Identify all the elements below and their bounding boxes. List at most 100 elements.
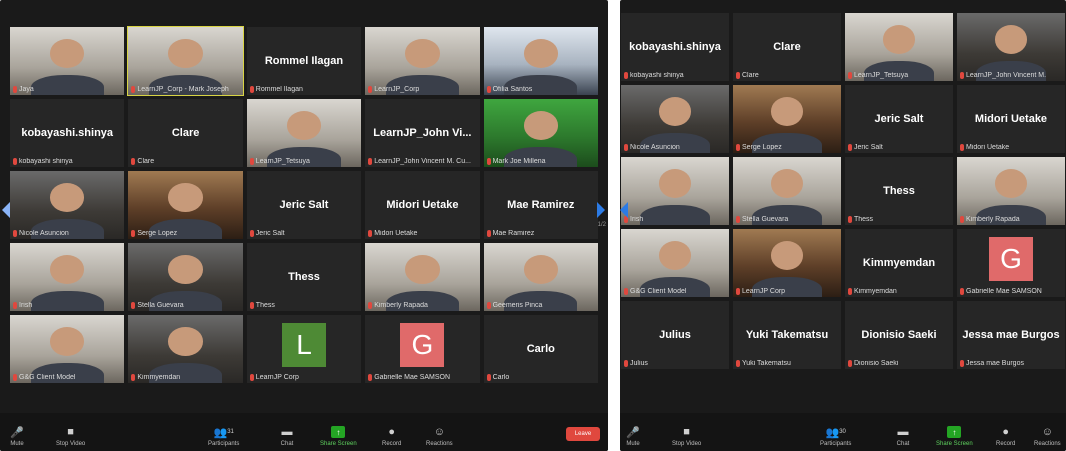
participant-tile[interactable]: Mark Joe Millena	[482, 98, 599, 168]
participant-tile[interactable]: Thess Thess	[844, 156, 954, 226]
muted-microphone-icon	[249, 158, 254, 165]
participant-tile[interactable]: Dionisio Saeki Dionisio Saeki	[844, 300, 954, 370]
participant-tile[interactable]: Julius Julius	[620, 300, 730, 370]
previous-page-arrow-icon[interactable]	[2, 202, 10, 218]
reactions-icon: ☺	[433, 426, 445, 438]
participant-head	[405, 39, 440, 68]
record-icon: ●	[1002, 426, 1009, 438]
muted-microphone-icon	[368, 86, 373, 93]
participants-button[interactable]: 👥 31 Participants	[208, 426, 239, 448]
muted-microphone-icon	[960, 360, 964, 367]
participant-tile[interactable]: Clare Clare	[127, 98, 244, 168]
participant-name: Yuki Takematsu	[742, 360, 791, 367]
participants-label: Participants	[820, 441, 852, 447]
participant-tile[interactable]: Midori Uetake Midori Uetake	[364, 170, 481, 240]
muted-microphone-icon	[848, 360, 852, 367]
participant-display-name: Clare	[171, 127, 200, 139]
record-button[interactable]: ● Record	[382, 426, 401, 447]
participant-tile[interactable]: LearnJP Corp	[732, 228, 842, 298]
participant-tile[interactable]: Kimmyemdan Kimmyemdan	[844, 228, 954, 298]
mute-button[interactable]: 🎤 Mute	[626, 426, 640, 448]
participant-tile[interactable]: G Gabrielle Mae SAMSON	[364, 314, 481, 384]
participant-tile[interactable]: LearnJP_Tetsuya	[844, 12, 954, 82]
participant-tile[interactable]: Kimberly Rapada	[956, 156, 1066, 226]
participant-display-name: LearnJP_John Vi...	[373, 127, 472, 139]
participant-tile[interactable]: Midori Uetake Midori Uetake	[956, 84, 1066, 154]
participant-tile[interactable]: L LearnJP Corp	[245, 314, 363, 384]
muted-microphone-icon	[131, 86, 136, 93]
participant-name-label: LearnJP Corp	[249, 374, 358, 381]
chat-button[interactable]: ▬ Chat	[280, 426, 294, 447]
participant-tile[interactable]: LearnJP_John Vincent M.	[956, 12, 1066, 82]
participant-tile[interactable]: Yuki Takematsu Yuki Takematsu	[732, 300, 842, 370]
participant-name: Mae Ramirez	[492, 230, 535, 237]
participant-tile[interactable]: Kimberly Rapada	[364, 242, 481, 312]
participant-tile[interactable]: Thess Thess	[245, 242, 363, 312]
reactions-button[interactable]: ☺ Reactions	[1034, 426, 1061, 447]
participant-tile[interactable]: LearnJP_John Vi... LearnJP_John Vincent M…	[364, 98, 481, 168]
share-screen-button[interactable]: ↑ Share Screen	[936, 426, 973, 447]
stop-video-button[interactable]: ■ Stop Video	[672, 426, 701, 447]
participant-head	[770, 241, 804, 270]
participants-button[interactable]: 👥 30 Participants	[820, 426, 852, 448]
previous-page-arrow-icon[interactable]	[620, 202, 628, 218]
participant-name-label: Nicole Asuncion	[13, 230, 121, 237]
participant-tile[interactable]: Stella Guevara	[127, 242, 244, 312]
reactions-button[interactable]: ☺ Reactions	[426, 426, 453, 447]
participant-tile[interactable]: Nicole Asuncion	[620, 84, 730, 154]
stop-video-button[interactable]: ■ Stop Video	[56, 426, 85, 447]
participant-name: Serge Lopez	[137, 230, 178, 237]
participant-tile[interactable]: kobayashi.shinya kobayashi shinya	[620, 12, 730, 82]
participant-tile[interactable]: Clare Clare	[732, 12, 842, 82]
participant-tile[interactable]: Kimmyemdan	[127, 314, 244, 384]
participant-tile[interactable]: kobayashi.shinya kobayashi shinya	[9, 98, 126, 168]
participant-name-label: Clare	[131, 158, 239, 165]
participant-tile[interactable]: G Gabrielle Mae SAMSON	[956, 228, 1066, 298]
participant-tile[interactable]: Carlo Carlo	[482, 314, 599, 384]
participant-tile[interactable]: Irish	[9, 242, 126, 312]
participant-tile[interactable]: G&G Client Model	[620, 228, 730, 298]
participant-tile[interactable]: LearnJP_Corp - Mark Joseph	[127, 26, 244, 96]
participant-tile[interactable]: Stella Guevara	[732, 156, 842, 226]
participant-tile[interactable]: G&G Client Model	[9, 314, 126, 384]
chat-button[interactable]: ▬ Chat	[896, 426, 910, 447]
participant-name-label: Yuki Takematsu	[736, 360, 838, 367]
participant-name-label: LearnJP_Tetsuya	[848, 72, 950, 79]
participant-tile[interactable]: LearnJP_Tetsuya	[245, 98, 363, 168]
participant-tile[interactable]: Mae Ramirez Mae Ramirez	[482, 170, 599, 240]
mute-label: Mute	[626, 441, 640, 447]
stop-video-label: Stop Video	[56, 441, 86, 447]
participant-tile[interactable]: Irish	[620, 156, 730, 226]
mute-button[interactable]: 🎤 Mute	[10, 426, 24, 448]
participant-tile[interactable]: Geemeris Pinca	[482, 242, 599, 312]
participant-display-name: Thess	[883, 185, 915, 197]
participant-tile[interactable]: Jessa mae Burgos Jessa mae Burgos	[956, 300, 1066, 370]
participant-video	[845, 13, 953, 81]
participant-name-label: Julius	[624, 360, 726, 367]
participant-name: Carlo	[492, 374, 510, 381]
participant-name: Kimberly Rapada	[374, 302, 428, 309]
participant-tile[interactable]: Rommel Ilagan Rommel Ilagan	[245, 26, 363, 96]
participant-name-label: Jeric Salt	[249, 230, 358, 237]
participant-name: Clare	[742, 72, 759, 79]
participant-tile[interactable]: LearnJP_Corp	[364, 26, 481, 96]
participant-tile[interactable]: Nicole Asuncion	[9, 170, 126, 240]
participant-name-label: Mark Joe Millena	[486, 158, 595, 165]
next-page-arrow-icon[interactable]	[597, 202, 605, 218]
share-screen-button[interactable]: ↑ Share Screen	[320, 426, 357, 447]
muted-microphone-icon	[486, 230, 491, 237]
participant-tile[interactable]: Jeric Salt Jeric Salt	[844, 84, 954, 154]
leave-meeting-button[interactable]: Leave	[566, 427, 600, 441]
muted-microphone-icon	[368, 302, 373, 309]
participant-tile[interactable]: Serge Lopez	[127, 170, 244, 240]
participant-tile[interactable]: Ofilia Santos	[482, 26, 599, 96]
participant-tile[interactable]: Jeric Salt Jeric Salt	[245, 170, 363, 240]
participant-avatar: G	[400, 323, 445, 367]
muted-microphone-icon	[131, 158, 136, 165]
participant-display-name: Carlo	[526, 343, 555, 355]
participant-display-name: Clare	[773, 41, 801, 53]
participant-tile[interactable]: Jaya	[9, 26, 126, 96]
participant-display-name: Thess	[288, 271, 320, 283]
record-button[interactable]: ● Record	[996, 426, 1015, 447]
participant-tile[interactable]: Serge Lopez	[732, 84, 842, 154]
